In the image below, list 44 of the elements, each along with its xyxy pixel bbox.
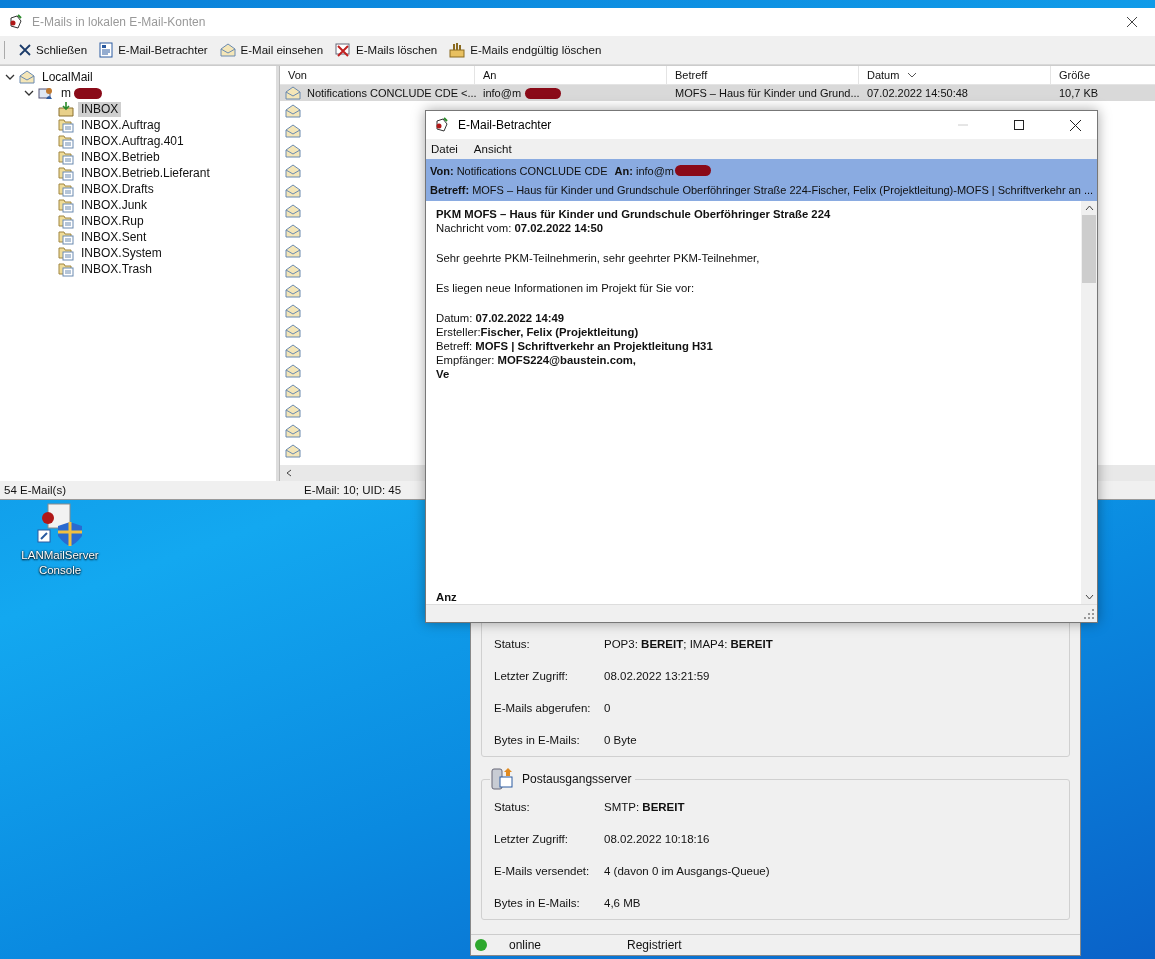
recipient-text: info@m [483, 87, 522, 99]
subject-text: MOFS – Haus für Kinder und Grund... [675, 87, 860, 99]
field-value: 08.02.2022 10:18:16 [604, 833, 710, 845]
message-line: Es liegen neue Informationen im Projekt für Sie vor: [436, 281, 696, 295]
field-value: POP3: BEREIT; IMAP4: BEREIT [604, 638, 773, 650]
field-label: E-Mails abgerufen: [494, 702, 592, 714]
field-value: info@m [635, 164, 674, 177]
field-value: SMTP: BEREIT [604, 801, 685, 813]
message-line: PKM MOFS – Haus für Kinder und Grundschule Oberföhringer Straße 224 [436, 207, 832, 221]
window-title: E-Mail-Betrachter [458, 118, 552, 132]
field-value: 0 Byte [604, 734, 637, 746]
field-label: Status: [494, 801, 531, 813]
field-value: 4 (davon 0 im Ausgangs-Queue) [604, 865, 770, 877]
field-value: Notifications CONCLUDE CDE [456, 164, 608, 177]
field-label: Betreff: [430, 183, 470, 196]
field-label: An: [614, 164, 633, 177]
status-text: online [508, 938, 543, 952]
field-label: Bytes in E-Mails: [494, 897, 581, 909]
field-value: 4,6 MB [604, 897, 641, 909]
sender-text: Notifications CONCLUDE CDE <... [307, 87, 477, 99]
message-line: Sehr geehrte PKM-Teilnehmerin, sehr geehrter PKM-Teilnehmer, [436, 251, 761, 265]
message-line: Betreff: MOFS | Schriftverkehr an Projektleitung H31 [436, 339, 714, 353]
field-value: 0 [604, 702, 611, 714]
field-label: Bytes in E-Mails: [494, 734, 581, 746]
field-label: Letzter Zugriff: [494, 670, 569, 682]
date-text: 07.02.2022 14:50:48 [867, 87, 968, 99]
status-text: 54 E-Mail(s) [3, 484, 67, 496]
field-label: E-Mails versendet: [494, 865, 591, 877]
message-line: Ve [436, 367, 451, 381]
message-line: Nachricht vom: 07.02.2022 14:50 [436, 221, 605, 235]
field-value: 08.02.2022 13:21:59 [604, 670, 710, 682]
group-title: Postausgangsserver [522, 772, 632, 786]
message-line: Datum: 07.02.2022 14:49 [436, 311, 566, 325]
status-text: Registriert [627, 938, 682, 952]
message-line: Empfänger: MOFS224@baustein.com, [436, 353, 637, 367]
field-label: Von: [430, 164, 454, 177]
field-value: MOFS – Haus für Kinder und Grundschule Oberföhringer Straße 224-Fischer, Felix (Projektleitung)-MOFS | Schriftverkehr an ... [472, 183, 1094, 196]
field-label: Status: [494, 638, 531, 650]
message-line: Ersteller:Fischer, Felix (Projektleitung) [436, 325, 640, 339]
window-title: E-Mails in lokalen E-Mail-Konten [32, 15, 206, 29]
size-text: 10,7 KB [1059, 87, 1099, 99]
status-text: E-Mail: 10; UID: 45 [304, 484, 402, 496]
message-line: Anz [436, 590, 458, 604]
field-label: Letzter Zugriff: [494, 833, 569, 845]
